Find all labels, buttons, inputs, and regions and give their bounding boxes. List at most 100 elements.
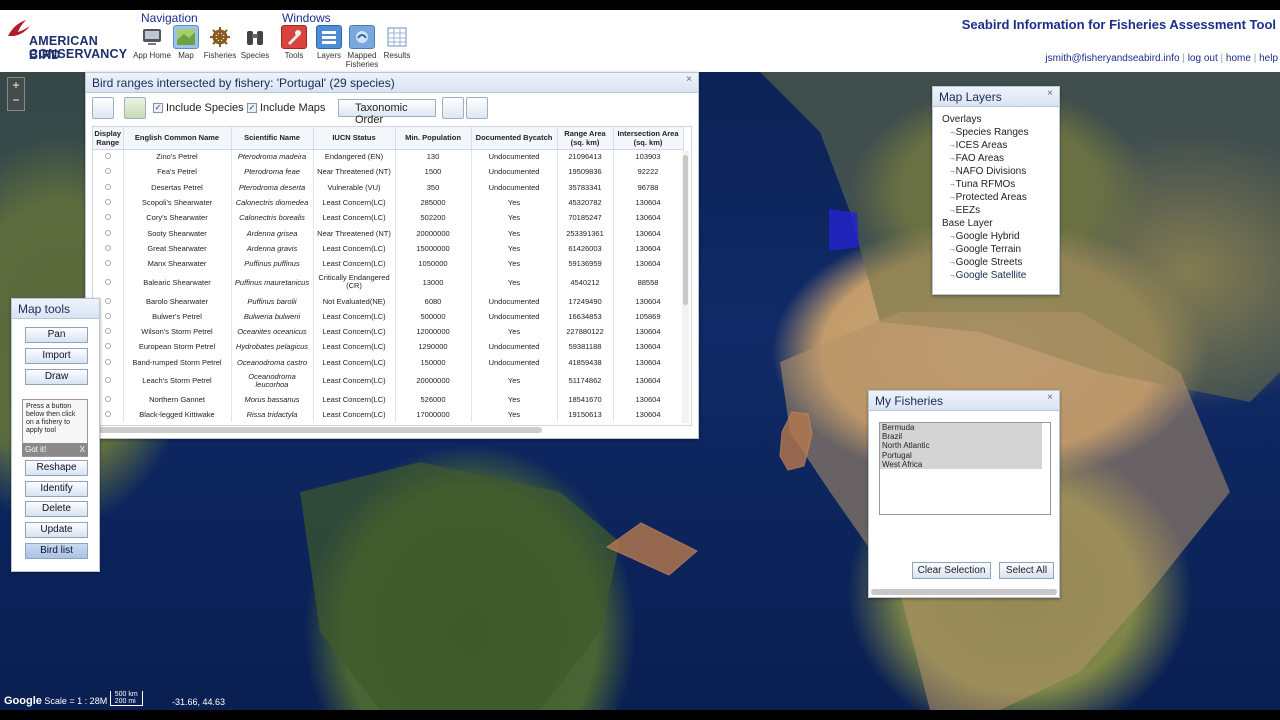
layer-protected-areas[interactable]: Protected Areas — [942, 191, 1050, 204]
fishery-brazil[interactable]: Brazil — [880, 432, 1042, 442]
home-link[interactable]: home — [1226, 53, 1251, 64]
reshape-button[interactable]: Reshape — [25, 460, 88, 476]
logout-link[interactable]: log out — [1188, 53, 1218, 64]
fishery-west-africa[interactable]: West Africa — [880, 459, 1042, 470]
range-area-cell: 70185247 — [557, 210, 614, 226]
pan-button[interactable]: Pan — [25, 327, 88, 343]
zoom-control[interactable]: + − — [7, 77, 25, 111]
abc-logo[interactable]: AMERICAN BIRD CONSERVANCY — [6, 14, 130, 68]
table-row[interactable]: Fea's Petrel Pterodroma feae Near Threaten… — [93, 164, 684, 180]
base-google-terrain[interactable]: Google Terrain — [942, 243, 1050, 256]
layer-tuna-rfmos[interactable]: Tuna RFMOs — [942, 178, 1050, 191]
min-population-cell: 1050000 — [395, 256, 472, 272]
table-row[interactable]: Balearic Shearwater Puffinus mauretanicus… — [93, 271, 684, 294]
west-africa-fishery-polygon[interactable] — [778, 410, 818, 474]
col-iucn-status[interactable]: IUCN Status — [313, 127, 396, 150]
display-range-radio[interactable] — [93, 194, 124, 211]
col-intersection-area[interactable]: Intersection Area (sq. km) — [613, 127, 684, 150]
display-range-radio[interactable] — [93, 240, 124, 257]
table-row[interactable]: Zino's Petrel Pterodroma madeira Endangere… — [93, 149, 684, 165]
col-min-population[interactable]: Min. Population — [395, 127, 472, 150]
table-row[interactable]: Black-legged Kittiwake Rissa tridactyla Le… — [93, 407, 684, 423]
close-tip-icon[interactable]: X — [80, 445, 85, 454]
identify-button[interactable]: Identify — [25, 481, 88, 497]
table-row[interactable]: Wilson's Storm Petrel Oceanites oceanicus… — [93, 323, 684, 340]
fishery-portugal[interactable]: Portugal — [880, 450, 1042, 460]
bird-ranges-panel: Bird ranges intersected by fishery: 'Por… — [85, 72, 699, 439]
table-row[interactable]: Scopoli's Shearwater Calonectris diomedea… — [93, 194, 684, 211]
display-range-radio[interactable] — [93, 164, 124, 180]
layer-species-ranges[interactable]: Species Ranges — [942, 126, 1050, 139]
fishery-north-atlantic[interactable]: North Atlantic — [880, 441, 1042, 451]
table-row[interactable]: Cory's Shearwater Calonectris borealis Lea… — [93, 210, 684, 226]
brazil-fishery-polygon[interactable] — [605, 521, 705, 577]
table-row[interactable]: Band-rumped Storm Petrel Oceanodroma cast… — [93, 354, 684, 370]
portugal-fishery-polygon[interactable] — [827, 207, 867, 257]
window-layers-label: Layers — [316, 51, 341, 60]
list-view-icon[interactable] — [92, 97, 114, 119]
include-species-checkbox[interactable]: ✓ Include Species — [153, 102, 244, 114]
close-icon[interactable]: × — [1047, 392, 1053, 403]
delete-button[interactable]: Delete — [25, 501, 88, 517]
scientific-name-cell: Pterodroma deserta — [231, 179, 314, 195]
close-icon[interactable]: × — [1047, 88, 1053, 99]
layer-ices-areas[interactable]: ICES Areas — [942, 139, 1050, 152]
clear-selection-button[interactable]: Clear Selection — [912, 562, 991, 579]
range-area-cell: 61426003 — [557, 240, 614, 257]
got-it-button[interactable]: Got it! X — [22, 443, 88, 456]
table-vertical-scrollbar[interactable] — [682, 151, 689, 423]
display-range-radio[interactable] — [93, 256, 124, 272]
display-range-radio[interactable] — [93, 149, 124, 165]
help-link[interactable]: help — [1259, 53, 1278, 64]
table-row[interactable]: Northern Gannet Morus bassanus Least Conce… — [93, 391, 684, 408]
table-row[interactable]: Manx Shearwater Puffinus puffinus Least Co… — [93, 256, 684, 272]
display-range-radio[interactable] — [93, 271, 124, 294]
layer-fao-areas[interactable]: FAO Areas — [942, 152, 1050, 165]
import-button[interactable]: Import — [25, 348, 88, 364]
layer-eezs[interactable]: EEZs — [942, 204, 1050, 217]
draw-button[interactable]: Draw — [25, 369, 88, 385]
user-email[interactable]: jsmith@fisheryandseabird.info — [1045, 53, 1179, 64]
scientific-name-cell: Puffinus mauretanicus — [231, 271, 314, 294]
fisheries-listbox[interactable]: Bermuda Brazil North Atlantic Portugal W… — [879, 422, 1051, 515]
fisheries-scrollbar[interactable] — [871, 589, 1057, 595]
col-documented-bycatch[interactable]: Documented Bycatch — [471, 127, 558, 150]
table-row[interactable]: Great Shearwater Ardenna gravis Least Conc… — [93, 240, 684, 257]
print-icon[interactable] — [466, 97, 488, 119]
update-button[interactable]: Update — [25, 522, 88, 538]
bycatch-cell: Yes — [471, 210, 558, 226]
col-range-area[interactable]: Range Area (sq. km) — [557, 127, 614, 150]
col-display-range[interactable]: Display Range — [93, 127, 124, 150]
display-range-radio[interactable] — [93, 179, 124, 195]
bycatch-cell: Yes — [471, 225, 558, 241]
nav-species[interactable]: Species — [233, 25, 277, 60]
base-google-streets[interactable]: Google Streets — [942, 256, 1050, 269]
include-maps-checkbox[interactable]: ✓ Include Maps — [247, 102, 325, 114]
table-row[interactable]: Bulwer's Petrel Bulweria bulwerii Least Co… — [93, 308, 684, 324]
bird-list-button[interactable]: Bird list — [25, 543, 88, 559]
report-icon[interactable] — [124, 97, 146, 119]
iucn-status-cell: Least Concern(LC) — [313, 323, 396, 340]
display-range-radio[interactable] — [93, 210, 124, 226]
table-row[interactable]: Leach's Storm Petrel Oceanodroma leucorho… — [93, 369, 684, 392]
scientific-name-cell: Pterodroma madeira — [231, 149, 314, 165]
taxonomic-order-button[interactable]: Taxonomic Order — [338, 99, 436, 126]
select-all-button[interactable]: Select All — [999, 562, 1054, 579]
table-row[interactable]: Sooty Shearwater Ardenna grisea Near Threa… — [93, 225, 684, 241]
base-google-satellite[interactable]: Google Satellite — [942, 269, 1050, 282]
table-horizontal-scrollbar[interactable] — [92, 427, 542, 433]
table-row[interactable]: Desertas Petrel Pterodroma deserta Vulnera… — [93, 179, 684, 195]
display-range-radio[interactable] — [93, 225, 124, 241]
iucn-status-cell: Least Concern(LC) — [313, 240, 396, 257]
close-icon[interactable]: × — [686, 74, 692, 85]
export-icon[interactable] — [442, 97, 464, 119]
col-scientific-name[interactable]: Scientific Name — [231, 127, 314, 150]
range-area-cell: 59381188 — [557, 339, 614, 355]
window-results[interactable]: Results — [375, 25, 419, 60]
table-row[interactable]: European Storm Petrel Hydrobates pelagicu… — [93, 339, 684, 355]
fishery-bermuda[interactable]: Bermuda — [880, 423, 1042, 433]
table-row[interactable]: Barolo Shearwater Puffinus barolii Not Eva… — [93, 293, 684, 309]
col-common-name[interactable]: English Common Name — [123, 127, 232, 150]
base-google-hybrid[interactable]: Google Hybrid — [942, 230, 1050, 243]
layer-nafo-divisions[interactable]: NAFO Divisions — [942, 165, 1050, 178]
